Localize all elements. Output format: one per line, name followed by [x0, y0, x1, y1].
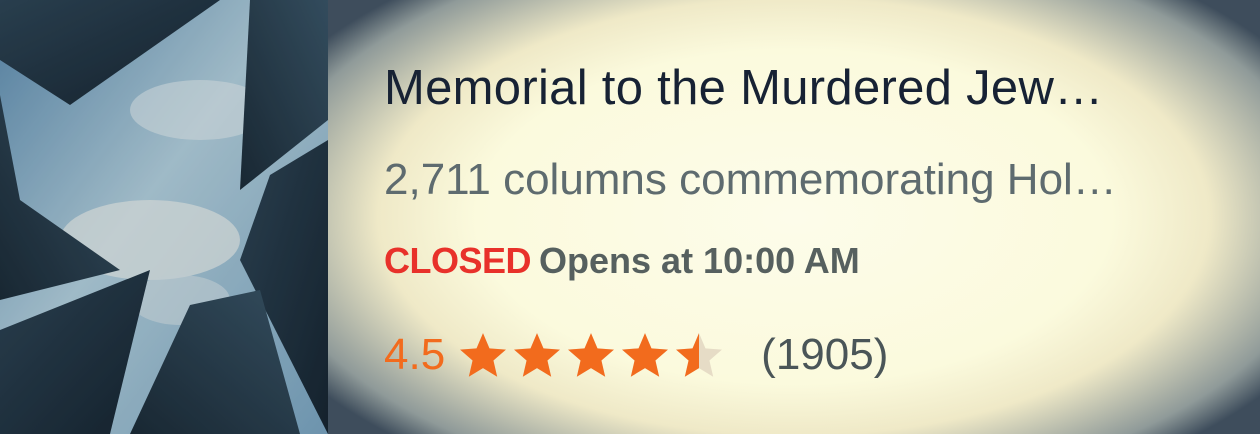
rating-row[interactable]: 4.5 (1905): [384, 325, 888, 385]
star-half-icon: [676, 333, 723, 377]
place-photo[interactable]: [0, 0, 328, 434]
place-title[interactable]: Memorial to the Murdered Jew…: [384, 60, 1103, 116]
star-full-icon: [460, 333, 507, 377]
rating-value: 4.5: [384, 330, 446, 379]
place-description: 2,711 columns commemorating Hol…: [384, 155, 1117, 204]
place-details: Memorial to the Murdered Jew… 2,711 colu…: [328, 0, 1260, 434]
opening-hours-text: Opens at 10:00 AM: [539, 240, 860, 281]
place-card[interactable]: Memorial to the Murdered Jew… 2,711 colu…: [0, 0, 1260, 434]
memorial-photo-image: [0, 0, 328, 434]
star-full-icon: [568, 333, 615, 377]
star-rating: [457, 331, 727, 379]
closed-status-label: CLOSED: [384, 240, 532, 281]
star-full-icon: [622, 333, 669, 377]
opening-status: CLOSED Opens at 10:00 AM: [384, 240, 860, 282]
review-count[interactable]: (1905): [761, 330, 888, 380]
star-full-icon: [514, 333, 561, 377]
